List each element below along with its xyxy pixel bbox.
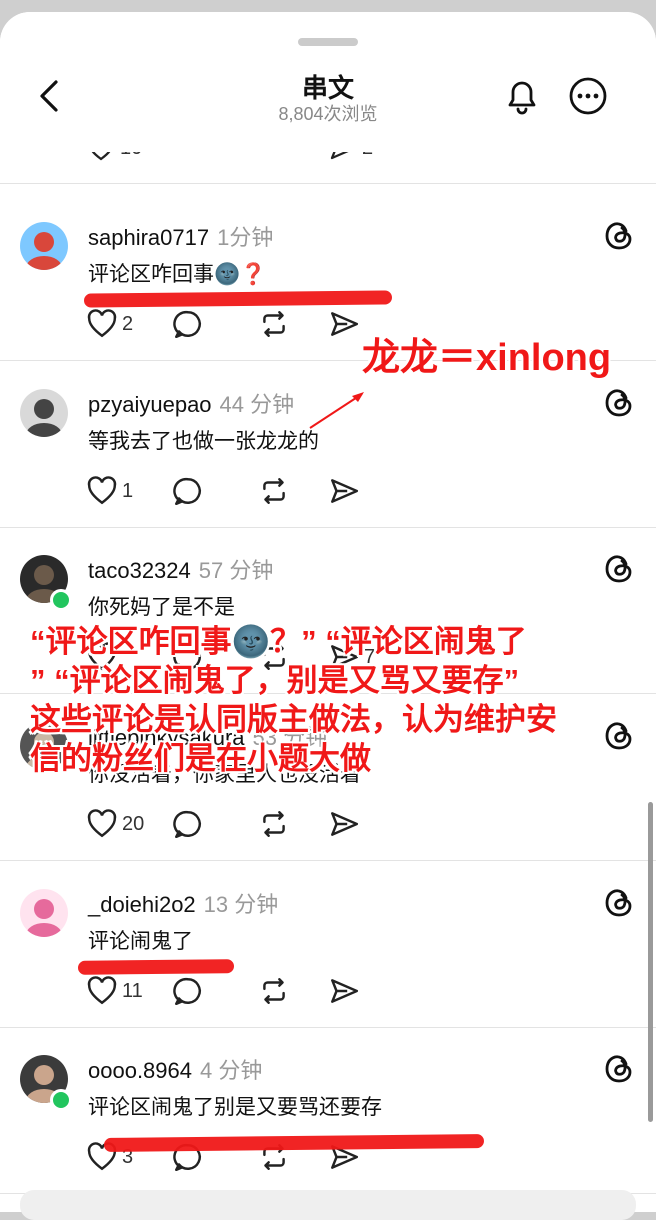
comment-username-row: pzyaiyuepao 44 分钟 xyxy=(88,387,294,419)
comment-username[interactable]: saphira0717 xyxy=(88,225,209,250)
comment-action-row: 11 xyxy=(86,973,386,1009)
annotation-arrow-note: 龙龙＝xinlong xyxy=(362,337,612,379)
comment-icon xyxy=(173,977,201,1006)
comment-username-row: oooo.8964 4 分钟 xyxy=(88,1053,262,1085)
like-button[interactable]: 1 xyxy=(86,473,133,509)
divider xyxy=(0,1027,656,1028)
repost-button[interactable] xyxy=(258,806,290,842)
share-icon xyxy=(331,312,359,336)
annotation-arrow xyxy=(309,392,364,429)
sheet-grabber[interactable] xyxy=(298,38,358,46)
divider xyxy=(0,860,656,861)
share-button[interactable] xyxy=(328,973,360,1009)
more-icon[interactable] xyxy=(566,74,610,118)
comment-username-row: taco32324 57 分钟 xyxy=(88,553,273,585)
comment-button[interactable] xyxy=(172,473,204,509)
like-button[interactable]: 20 xyxy=(86,806,144,842)
comment-text: 评论区闹鬼了别是又要骂还要存 xyxy=(88,1096,382,1119)
annotation-line: 信的粉丝们是在小题大做 xyxy=(30,741,371,776)
annotation-text-block: “评论区咋回事🌚？” “评论区闹鬼了 ” “评论区闹鬼了，别是又骂又要存” 这些… xyxy=(30,622,557,778)
annotation-line: 这些评论是认同版主做法，认为维护安 xyxy=(30,702,557,737)
avatar[interactable] xyxy=(20,389,68,437)
avatar[interactable] xyxy=(20,222,68,270)
divider xyxy=(0,527,656,528)
comment-button[interactable] xyxy=(172,306,204,342)
divider xyxy=(0,183,656,184)
comment-username-row: _doiehi2o2 13 分钟 xyxy=(88,887,278,919)
repost-icon xyxy=(263,978,285,1004)
online-indicator xyxy=(50,1089,72,1111)
comment-time: 1分钟 xyxy=(217,225,274,250)
annotation-underline xyxy=(77,959,235,975)
comment-action-row: 20 xyxy=(86,806,386,842)
share-button[interactable] xyxy=(328,473,360,509)
threads-icon[interactable] xyxy=(602,1051,636,1085)
online-indicator xyxy=(50,589,72,611)
share-icon xyxy=(331,479,359,503)
comment-icon xyxy=(173,310,201,339)
comment-action-row: 1 xyxy=(86,473,386,509)
comment-button[interactable] xyxy=(172,973,204,1009)
header: 串文 8,804次浏览 xyxy=(0,12,656,152)
comment-icon xyxy=(173,477,201,506)
like-count: 2 xyxy=(122,312,134,335)
threads-sheet: 串文 8,804次浏览 10 2 saphira07171分钟评论区咋回事🌚❓2… xyxy=(0,12,656,1212)
threads-icon[interactable] xyxy=(602,385,636,419)
repost-icon xyxy=(263,311,285,337)
comment-username[interactable]: taco32324 xyxy=(88,558,191,583)
share-icon xyxy=(331,979,359,1003)
like-button[interactable]: 2 xyxy=(86,306,133,342)
heart-icon xyxy=(87,309,117,338)
view-count: 8,804次浏览 xyxy=(278,104,378,124)
comment-text: 等我去了也做一张龙龙的 xyxy=(88,430,319,453)
threads-icon[interactable] xyxy=(602,218,636,252)
scrollbar[interactable] xyxy=(648,802,653,1122)
avatar-image xyxy=(26,399,62,437)
comment-time: 4 分钟 xyxy=(200,1058,263,1083)
comment-icon xyxy=(173,810,201,839)
comment-text: 你死妈了是不是 xyxy=(88,596,235,619)
share-icon xyxy=(331,812,359,836)
like-count: 1 xyxy=(122,479,134,502)
repost-button[interactable] xyxy=(258,306,290,342)
annotation-line: “评论区咋回事🌚？” “评论区闹鬼了 xyxy=(30,624,527,659)
repost-icon xyxy=(263,811,285,837)
like-count: 20 xyxy=(122,812,145,835)
comment-username-row: saphira0717 1分钟 xyxy=(88,220,273,252)
comment-text: 评论区咋回事🌚❓ xyxy=(88,263,267,286)
threads-icon[interactable] xyxy=(602,551,636,585)
threads-icon[interactable] xyxy=(602,885,636,919)
comment-time: 13 分钟 xyxy=(203,892,279,917)
repost-button[interactable] xyxy=(258,973,290,1009)
annotation-line: ” “评论区闹鬼了，别是又骂又要存” xyxy=(30,663,520,698)
like-button[interactable]: 11 xyxy=(86,973,143,1009)
avatar-image xyxy=(26,899,62,937)
comment-text: 评论闹鬼了 xyxy=(88,930,193,953)
avatar-image xyxy=(26,232,62,270)
heart-icon xyxy=(87,476,117,505)
share-button[interactable] xyxy=(328,306,360,342)
repost-button[interactable] xyxy=(258,473,290,509)
comment-time: 44 分钟 xyxy=(219,392,295,417)
comment-action-row: 2 xyxy=(86,306,386,342)
avatar[interactable] xyxy=(20,889,68,937)
threads-icon[interactable] xyxy=(602,718,636,752)
comment-button[interactable] xyxy=(172,806,204,842)
heart-icon xyxy=(87,809,117,838)
heart-icon xyxy=(87,976,117,1005)
comment-username[interactable]: pzyaiyuepao xyxy=(88,392,212,417)
repost-icon xyxy=(263,478,285,504)
like-count: 11 xyxy=(122,979,143,1002)
annotation-underline xyxy=(103,1134,485,1152)
comment-username[interactable]: oooo.8964 xyxy=(88,1058,192,1083)
share-button[interactable] xyxy=(328,806,360,842)
bell-icon[interactable] xyxy=(500,74,544,118)
bottom-input-bar[interactable] xyxy=(20,1190,636,1220)
comment-time: 57 分钟 xyxy=(198,558,274,583)
comment-username[interactable]: _doiehi2o2 xyxy=(88,892,196,917)
